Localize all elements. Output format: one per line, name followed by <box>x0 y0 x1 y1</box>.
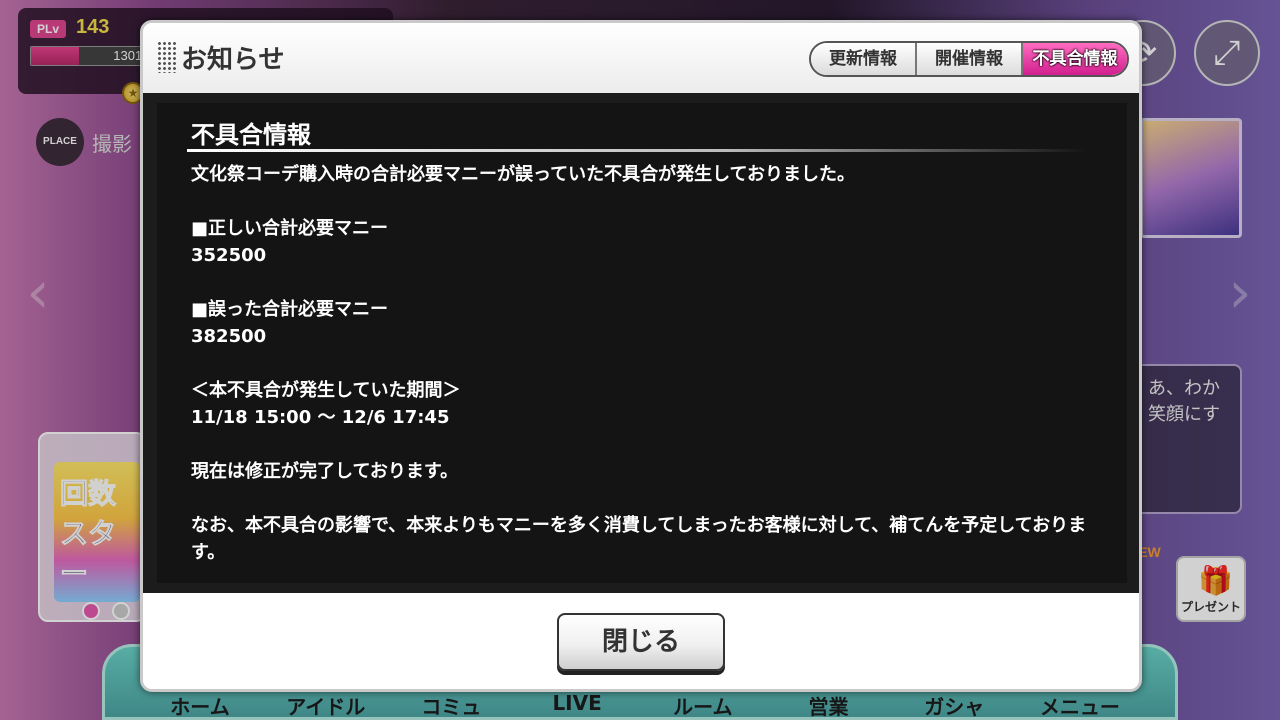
tab-bug-info[interactable]: 不具合情報 <box>1023 43 1127 75</box>
correct-amount-label: ■正しい合計必要マニー <box>191 218 389 239</box>
notice-body: 文化祭コーデ購入時の合計必要マニーが誤っていた不具合が発生しておりました。 ■正… <box>191 161 1101 566</box>
period-value: 11/18 15:00 ～ 12/6 17:45 <box>191 407 450 428</box>
dialog-body: 不具合情報 文化祭コーデ購入時の合計必要マニーが誤っていた不具合が発生しておりま… <box>143 93 1139 593</box>
heading-divider <box>187 149 1087 152</box>
dialog-title: お知らせ <box>181 45 285 75</box>
notice-tabs: 更新情報 開催情報 不具合情報 <box>809 41 1129 77</box>
fixed-notice: 現在は修正が完了しております。 <box>191 461 459 482</box>
tab-event-info[interactable]: 開催情報 <box>917 43 1023 75</box>
dialog-header: お知らせ 更新情報 開催情報 不具合情報 <box>143 23 1139 93</box>
notice-heading: 不具合情報 <box>191 121 311 149</box>
notice-intro: 文化祭コーデ購入時の合計必要マニーが誤っていた不具合が発生しておりました。 <box>191 164 856 185</box>
notice-dialog: お知らせ 更新情報 開催情報 不具合情報 不具合情報 文化祭コーデ購入時の合計必… <box>140 20 1142 692</box>
compensation-notice: なお、本不具合の影響で、本来よりもマニーを多く消費してしまったお客様に対して、補… <box>191 515 1087 563</box>
wrong-amount-value: 382500 <box>191 326 267 347</box>
grip-dots-icon <box>157 41 177 73</box>
notice-content-scroll[interactable]: 不具合情報 文化祭コーデ購入時の合計必要マニーが誤っていた不具合が発生しておりま… <box>157 103 1127 583</box>
close-button[interactable]: 閉じる <box>557 613 725 671</box>
tab-update-info[interactable]: 更新情報 <box>811 43 917 75</box>
correct-amount-value: 352500 <box>191 245 267 266</box>
dialog-footer: 閉じる <box>143 593 1139 689</box>
period-label: ＜本不具合が発生していた期間＞ <box>191 380 461 401</box>
wrong-amount-label: ■誤った合計必要マニー <box>191 299 389 320</box>
